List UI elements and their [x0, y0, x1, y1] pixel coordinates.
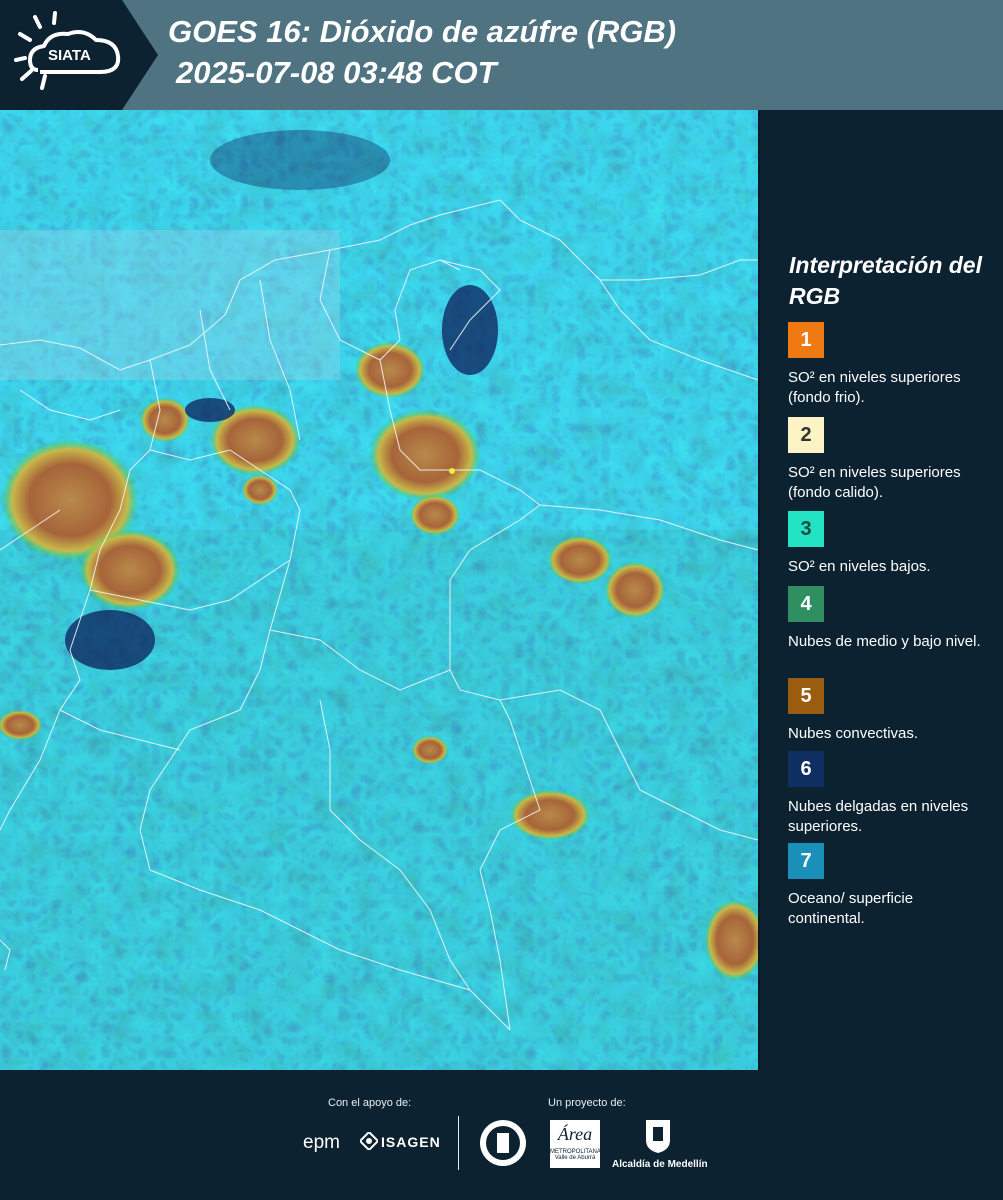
legend-item-7: 7 Oceano/ superficie continental.	[788, 843, 993, 929]
project-label: Un proyecto de:	[548, 1097, 626, 1109]
alcaldia-shield-icon	[644, 1118, 672, 1154]
legend-item-1: 1 SO² en niveles superiores (fondo frio)…	[788, 322, 993, 408]
legend-swatch: 4	[788, 586, 824, 622]
title-product: GOES 16: Dióxido de azúfre (RGB)	[168, 14, 677, 49]
legend-title: Interpretación del RGB	[789, 252, 982, 309]
legend-label: Oceano/ superficie continental.	[788, 890, 914, 927]
legend-label: SO² en niveles superiores (fondo frio).	[788, 369, 961, 406]
legend-label: Nubes convectivas.	[788, 725, 919, 742]
support-label: Con el apoyo de:	[328, 1097, 412, 1109]
legend-panel: Interpretación del RGB 1 SO² en niveles …	[760, 110, 1003, 1070]
legend-item-5: 5 Nubes convectivas.	[788, 678, 993, 744]
legend-item-3: 3 SO² en niveles bajos.	[788, 511, 993, 577]
siata-logo: SIATA	[0, 0, 158, 110]
legend-swatch: 7	[788, 843, 824, 879]
alcaldia-logo-text: Alcaldía de Medellín	[612, 1159, 708, 1170]
legend-item-2: 2 SO² en niveles superiores (fondo calid…	[788, 417, 993, 503]
legend-label: Nubes de medio y bajo nivel.	[788, 633, 981, 650]
legend-swatch: 5	[788, 678, 824, 714]
title-datetime: 2025-07-08 03:48 COT	[176, 55, 497, 90]
legend-swatch: 6	[788, 751, 824, 787]
legend-swatch: 3	[788, 511, 824, 547]
epm-logo: epm	[303, 1132, 340, 1153]
legend-label: SO² en niveles superiores (fondo calido)…	[788, 464, 961, 501]
satellite-image	[0, 110, 760, 1070]
isagen-logo: ISAGEN	[381, 1134, 441, 1150]
legend-swatch: 1	[788, 322, 824, 358]
footer: Con el apoyo de: Un proyecto de: epm ISA…	[0, 1070, 1003, 1200]
svg-text:SIATA: SIATA	[48, 47, 91, 64]
legend-swatch: 2	[788, 417, 824, 453]
legend-label: Nubes delgadas en niveles superiores.	[788, 798, 969, 835]
footer-divider	[458, 1116, 459, 1170]
legend-label: SO² en niveles bajos.	[788, 558, 931, 575]
legend-item-6: 6 Nubes delgadas en niveles superiores.	[788, 751, 993, 837]
area-metropolitana-logo: Área METROPOLITANA Valle de Aburrá	[550, 1120, 601, 1168]
medellin-seal-icon	[478, 1118, 528, 1168]
isagen-icon	[358, 1130, 380, 1152]
header: SIATA GOES 16: Dióxido de azúfre (RGB) 2…	[0, 0, 1003, 110]
legend-item-4: 4 Nubes de medio y bajo nivel.	[788, 586, 993, 652]
